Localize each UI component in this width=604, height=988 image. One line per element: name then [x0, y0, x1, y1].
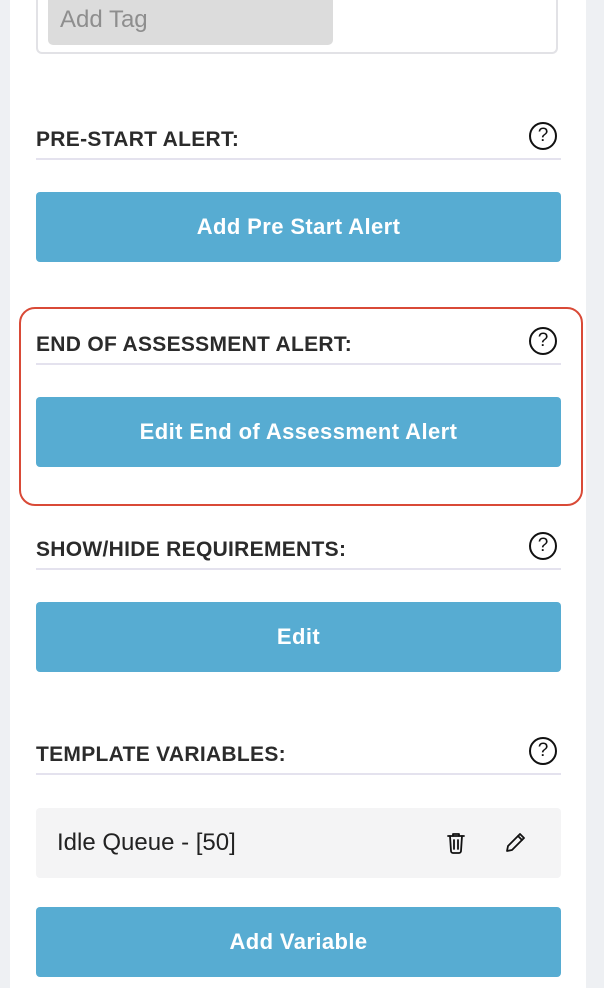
end-of-assessment-alert-title: END OF ASSESSMENT ALERT:: [36, 333, 352, 356]
end-of-assessment-alert-header: END OF ASSESSMENT ALERT: ?: [36, 327, 561, 365]
add-tag-input[interactable]: Add Tag: [48, 0, 333, 45]
template-variables-header: TEMPLATE VARIABLES: ?: [36, 737, 561, 775]
edit-end-of-assessment-alert-button[interactable]: Edit End of Assessment Alert: [36, 397, 561, 467]
show-hide-requirements-title: SHOW/HIDE REQUIREMENTS:: [36, 538, 347, 561]
pencil-icon[interactable]: [504, 830, 528, 856]
list-item: Idle Queue - [50]: [36, 808, 561, 878]
trash-icon[interactable]: [444, 830, 468, 856]
variable-name: Idle Queue - [50]: [57, 829, 236, 856]
show-hide-requirements-header: SHOW/HIDE REQUIREMENTS: ?: [36, 532, 561, 570]
pre-start-alert-title: PRE-START ALERT:: [36, 128, 240, 151]
add-pre-start-alert-button[interactable]: Add Pre Start Alert: [36, 192, 561, 262]
add-variable-button[interactable]: Add Variable: [36, 907, 561, 977]
edit-requirements-button[interactable]: Edit: [36, 602, 561, 672]
template-variables-title: TEMPLATE VARIABLES:: [36, 743, 286, 766]
help-icon[interactable]: ?: [529, 122, 557, 150]
help-icon[interactable]: ?: [529, 532, 557, 560]
pre-start-alert-header: PRE-START ALERT: ?: [36, 122, 561, 160]
help-icon[interactable]: ?: [529, 327, 557, 355]
help-icon[interactable]: ?: [529, 737, 557, 765]
